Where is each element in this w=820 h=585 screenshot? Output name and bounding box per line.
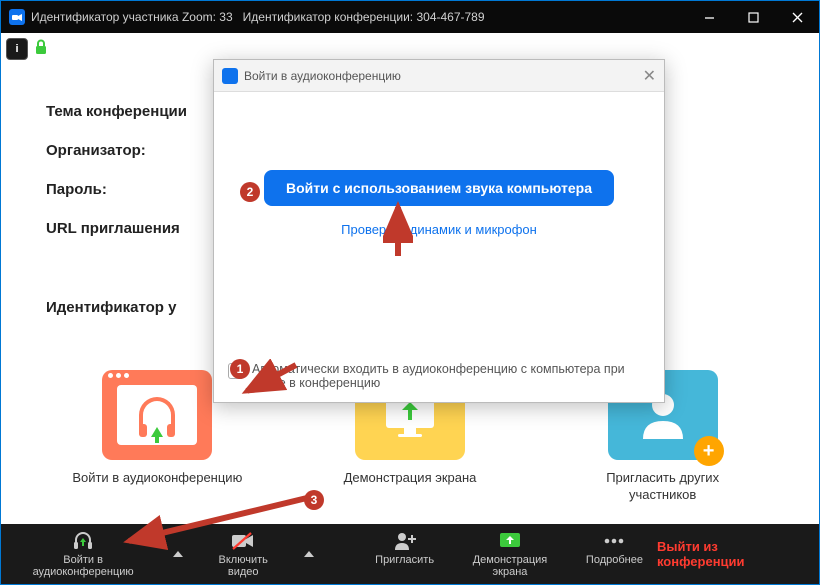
label-host: Организатор: bbox=[46, 142, 187, 159]
window-minimize-button[interactable] bbox=[687, 1, 731, 33]
more-icon bbox=[603, 530, 625, 552]
leave-meeting-button[interactable]: Выйти из конференции bbox=[657, 539, 801, 569]
plus-icon: + bbox=[694, 436, 724, 466]
dialog-titlebar: Войти в аудиоконференцию ✕ bbox=[214, 60, 664, 92]
toolbar-join-audio-label: Войти в аудиоконференцию bbox=[15, 554, 151, 578]
toolbar-start-video-label: Включить видео bbox=[204, 554, 283, 578]
annotation-badge-3: 3 bbox=[304, 490, 324, 510]
zoom-icon bbox=[222, 68, 238, 84]
toolbar-share-screen-button[interactable]: Демонстрация экрана bbox=[448, 526, 572, 582]
dialog-close-button[interactable]: ✕ bbox=[643, 66, 656, 86]
toolbar-invite-button[interactable]: Пригласить bbox=[361, 526, 448, 570]
annotation-arrow-1 bbox=[241, 359, 301, 399]
info-icon[interactable]: i bbox=[6, 38, 28, 60]
join-computer-audio-button[interactable]: Войти с использованием звука компьютера bbox=[264, 170, 614, 206]
join-audio-dialog: Войти в аудиоконференцию ✕ Войти с испол… bbox=[213, 59, 665, 403]
headset-icon bbox=[72, 530, 94, 552]
label-topic: Тема конференции bbox=[46, 103, 187, 120]
tile-join-audio-label: Войти в аудиоконференцию bbox=[72, 470, 242, 487]
window-titlebar: Идентификатор участника Zoom: 33 Идентиф… bbox=[1, 1, 819, 33]
toolbar-more-label: Подробнее bbox=[586, 554, 643, 566]
encrypted-lock-icon bbox=[34, 39, 48, 59]
auto-join-audio-label: Автоматически входить в аудиоконференцию… bbox=[252, 362, 650, 390]
window-maximize-button[interactable] bbox=[731, 1, 775, 33]
toolbar-more-button[interactable]: Подробнее bbox=[572, 526, 657, 570]
toolbar-invite-label: Пригласить bbox=[375, 554, 434, 566]
tile-share-screen-label: Демонстрация экрана bbox=[344, 470, 477, 487]
video-options-chevron-icon[interactable] bbox=[297, 551, 322, 557]
label-password: Пароль: bbox=[46, 181, 187, 198]
participant-id-text: Идентификатор участника Zoom: 33 bbox=[31, 10, 233, 24]
audio-options-chevron-icon[interactable] bbox=[165, 551, 190, 557]
annotation-arrow-2 bbox=[383, 201, 413, 261]
tile-invite-others-label: Пригласить других участников bbox=[573, 470, 753, 504]
dialog-title: Войти в аудиоконференцию bbox=[244, 69, 401, 83]
toolbar-share-screen-label: Демонстрация экрана bbox=[462, 554, 558, 578]
annotation-badge-1: 1 bbox=[230, 359, 250, 379]
meeting-id-text: Идентификатор конференции: 304-467-789 bbox=[243, 10, 485, 24]
annotation-arrow-3 bbox=[121, 491, 321, 551]
share-screen-icon bbox=[498, 530, 522, 552]
annotation-badge-2: 2 bbox=[240, 182, 260, 202]
window-close-button[interactable] bbox=[775, 1, 819, 33]
label-participant-id: Идентификатор у bbox=[46, 299, 187, 316]
zoom-icon bbox=[9, 9, 25, 25]
label-invite-url: URL приглашения bbox=[46, 220, 187, 237]
invite-icon bbox=[393, 530, 417, 552]
test-speaker-mic-link[interactable]: Проверить динамик и микрофон bbox=[234, 222, 644, 237]
